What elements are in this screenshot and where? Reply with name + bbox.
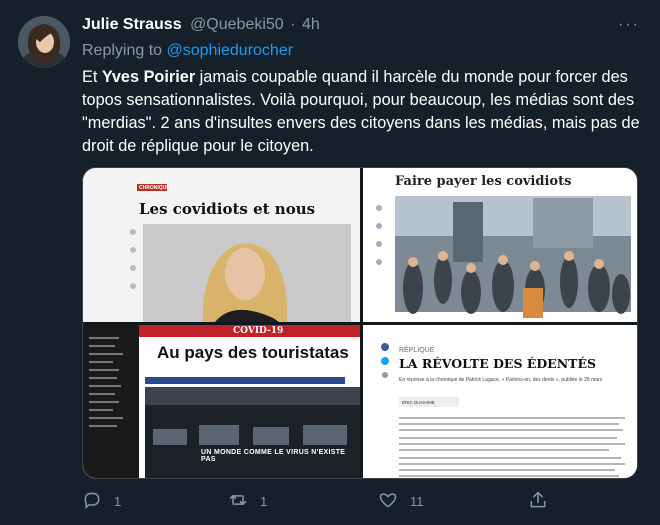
like-count: 11 [410, 494, 424, 509]
panel4-intro: En réponse à la chronique de Patrick Lag… [399, 377, 603, 383]
separator: · [290, 16, 296, 33]
share-icon [528, 490, 548, 513]
share-button[interactable] [528, 490, 548, 513]
tweet-text-part1: Et [82, 68, 102, 86]
author-name[interactable]: Julie Strauss [82, 16, 182, 33]
tweet-time[interactable]: 4h [302, 16, 320, 33]
panel3-banner: COVID-19 [233, 326, 284, 336]
tweet: Julie Strauss @Quebeki50 · 4h ··· Replyi… [0, 0, 660, 525]
reply-count: 1 [114, 494, 122, 509]
like-icon [378, 490, 398, 513]
media-image-3[interactable]: COVID-19 Au pays des touristatas UN MOND… [83, 325, 360, 478]
retweet-button[interactable]: 1 [228, 490, 267, 513]
reply-button[interactable]: 1 [82, 490, 121, 513]
retweet-icon [228, 490, 248, 513]
media-image-4[interactable]: RÉPLIQUE LA RÉVOLTE DES ÉDENTÉS En répon… [363, 325, 637, 478]
reply-icon [82, 490, 102, 513]
more-icon[interactable]: ··· [618, 16, 640, 34]
replying-handle-link[interactable]: @sophiedurocher [167, 42, 294, 59]
tweet-text: Et Yves Poirier jamais coupable quand il… [82, 66, 642, 158]
panel1-headline: Les covidiots et nous [139, 200, 316, 218]
mention-yves-poirier: Yves Poirier [101, 68, 196, 86]
panel4-author: ÉRIC DUHAIME [402, 400, 435, 405]
replying-prefix: Replying to [82, 42, 163, 59]
avatar[interactable] [18, 16, 70, 68]
panel4-tag: RÉPLIQUE [399, 347, 435, 354]
panel3-photo-caption: UN MONDE COMME LE VIRUS N'EXISTE PAS [201, 449, 346, 463]
panel4-headline: LA RÉVOLTE DES ÉDENTÉS [399, 356, 596, 371]
media-image-1[interactable]: CHRONIQUE Les covidiots et nous [83, 168, 360, 322]
replying-to: Replying to @sophiedurocher [82, 42, 293, 60]
media-image-2[interactable]: Faire payer les covidiots [363, 168, 637, 322]
action-bar: 1 1 11 [82, 490, 552, 514]
retweet-count: 1 [260, 494, 268, 509]
tweet-header: Julie Strauss @Quebeki50 · 4h [82, 16, 320, 34]
author-handle[interactable]: @Quebeki50 [190, 16, 284, 33]
panel1-tag: CHRONIQUE [139, 185, 170, 191]
like-button[interactable]: 11 [378, 490, 424, 513]
panel2-headline: Faire payer les covidiots [395, 174, 572, 189]
panel3-headline: Au pays des touristatas [157, 343, 349, 362]
media-grid: CHRONIQUE Les covidiots et nous Faire pa… [82, 167, 638, 479]
